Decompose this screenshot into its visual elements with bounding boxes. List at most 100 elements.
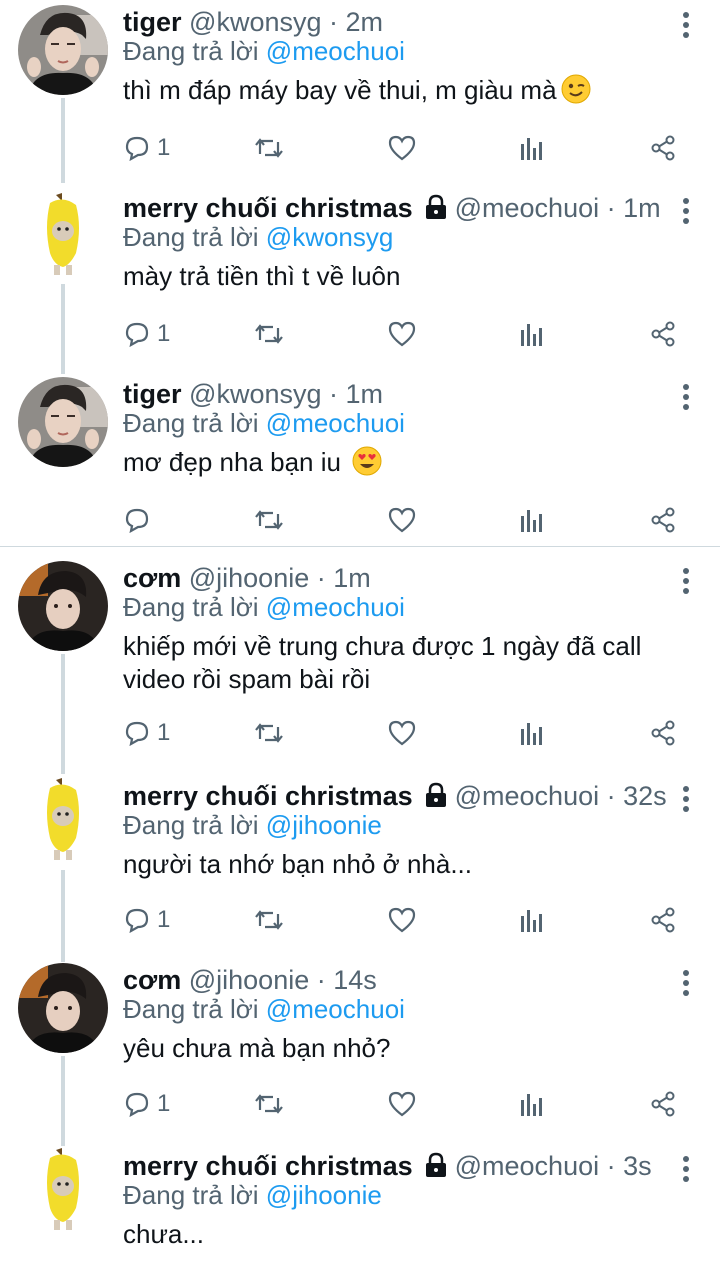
user-handle[interactable]: @kwonsyg (189, 379, 321, 409)
mention-link[interactable]: @meochuoi (266, 408, 405, 438)
tweet-text: chưa... (123, 1219, 204, 1249)
avatar[interactable] (18, 377, 108, 467)
user-handle[interactable]: @jihoonie (189, 965, 310, 995)
separator-dot: · (606, 193, 616, 223)
tiger-avatar (18, 377, 108, 467)
like-button[interactable] (387, 903, 417, 937)
avatar[interactable] (18, 5, 108, 95)
more-vertical-icon[interactable] (674, 10, 698, 40)
tweet[interactable]: tiger @kwonsyg · 2m Đang trả lời @meochu… (0, 2, 720, 183)
mention-link[interactable]: @meochuoi (266, 994, 405, 1024)
share-button[interactable] (649, 131, 677, 165)
replying-to-label: Đang trả lời (123, 408, 259, 438)
retweet-button[interactable] (253, 1087, 285, 1121)
user-handle[interactable]: @meochuoi (455, 193, 599, 223)
share-icon (651, 135, 675, 161)
like-button[interactable] (387, 317, 417, 351)
views-button[interactable] (519, 903, 545, 937)
tweet[interactable]: cơm @jihoonie · 14s Đang trả lời @meochu… (0, 960, 720, 1148)
heart-eyes-emoji-icon (352, 446, 382, 476)
mention-link[interactable]: @kwonsyg (266, 222, 394, 252)
display-name[interactable]: merry chuối christmas (123, 1151, 413, 1181)
share-button[interactable] (649, 317, 677, 351)
display-name[interactable]: cơm (123, 965, 181, 995)
analytics-icon (521, 138, 542, 160)
avatar[interactable] (18, 1146, 108, 1236)
share-button[interactable] (649, 903, 677, 937)
reply-button[interactable]: 1 (123, 317, 170, 351)
mention-link[interactable]: @jihoonie (266, 1180, 382, 1210)
tweet-actions: 1 (123, 1087, 693, 1121)
display-name[interactable]: cơm (123, 563, 181, 593)
mention-link[interactable]: @meochuoi (266, 36, 405, 66)
tweet-actions: 1 (123, 716, 693, 750)
user-handle[interactable]: @kwonsyg (189, 7, 321, 37)
reply-count: 1 (157, 134, 171, 161)
share-button[interactable] (649, 1087, 677, 1121)
more-vertical-icon[interactable] (674, 1154, 698, 1184)
thread-line (61, 178, 65, 182)
more-vertical-icon[interactable] (674, 566, 698, 596)
reply-icon (125, 508, 149, 534)
more-vertical-icon[interactable] (674, 382, 698, 412)
more-vertical-icon[interactable] (674, 784, 698, 814)
share-button[interactable] (649, 503, 677, 537)
tweet[interactable]: merry chuối christmas @meochuoi · 3s Đang… (0, 1146, 720, 1277)
reply-button[interactable]: 1 (123, 716, 170, 750)
retweet-button[interactable] (253, 131, 285, 165)
user-handle[interactable]: @jihoonie (189, 563, 310, 593)
avatar[interactable] (18, 963, 108, 1053)
timestamp: 14s (333, 965, 377, 995)
share-button[interactable] (649, 716, 677, 750)
views-button[interactable] (519, 503, 545, 537)
like-button[interactable] (387, 1087, 417, 1121)
replying-to: Đang trả lời @jihoonie (123, 1180, 382, 1211)
retweet-button[interactable] (253, 903, 285, 937)
views-button[interactable] (519, 716, 545, 750)
separator-dot: · (329, 379, 339, 409)
user-handle[interactable]: @meochuoi (455, 1151, 599, 1181)
reply-icon (125, 136, 149, 162)
display-name[interactable]: merry chuối christmas (123, 193, 413, 223)
replying-to: Đang trả lời @meochuoi (123, 36, 405, 67)
user-handle[interactable]: @meochuoi (455, 781, 599, 811)
tweet[interactable]: cơm @jihoonie · 1m Đang trả lời @meochuo… (0, 558, 720, 774)
tweet[interactable]: merry chuối christmas @meochuoi · 32s Đan… (0, 776, 720, 962)
mention-link[interactable]: @jihoonie (266, 810, 382, 840)
thread-line (61, 98, 65, 183)
reply-icon (125, 322, 149, 348)
display-name[interactable]: tiger (123, 7, 182, 37)
views-button[interactable] (519, 1087, 545, 1121)
timestamp: 1m (623, 193, 661, 223)
tweet-text-content: mơ đẹp nha bạn iu (123, 447, 349, 477)
heart-icon (388, 720, 416, 746)
like-button[interactable] (387, 503, 417, 537)
reply-button[interactable]: 1 (123, 1087, 170, 1121)
like-button[interactable] (387, 131, 417, 165)
avatar[interactable] (18, 191, 108, 281)
retweet-button[interactable] (253, 317, 285, 351)
replying-to-label: Đang trả lời (123, 36, 259, 66)
more-vertical-icon[interactable] (674, 196, 698, 226)
tweet-text: người ta nhớ bạn nhỏ ở nhà... (123, 849, 473, 879)
tweet[interactable]: merry chuối christmas @meochuoi · 1m Đang… (0, 178, 720, 374)
avatar[interactable] (18, 561, 108, 651)
like-button[interactable] (387, 716, 417, 750)
tweet[interactable]: tiger @kwonsyg · 1m Đang trả lời @meochu… (0, 374, 720, 546)
more-vertical-icon[interactable] (674, 968, 698, 998)
retweet-icon (255, 1094, 283, 1114)
retweet-button[interactable] (253, 503, 285, 537)
reply-button[interactable]: 1 (123, 903, 170, 937)
mention-link[interactable]: @meochuoi (266, 592, 405, 622)
reply-button[interactable] (123, 503, 157, 537)
views-button[interactable] (519, 317, 545, 351)
analytics-icon (521, 510, 542, 532)
avatar[interactable] (18, 776, 108, 866)
retweet-button[interactable] (253, 716, 285, 750)
display-name[interactable]: merry chuối christmas (123, 781, 413, 811)
display-name[interactable]: tiger (123, 379, 182, 409)
views-button[interactable] (519, 131, 545, 165)
reply-button[interactable]: 1 (123, 131, 170, 165)
tweet-text: mơ đẹp nha bạn iu (123, 446, 683, 479)
replying-to: Đang trả lời @meochuoi (123, 592, 405, 623)
